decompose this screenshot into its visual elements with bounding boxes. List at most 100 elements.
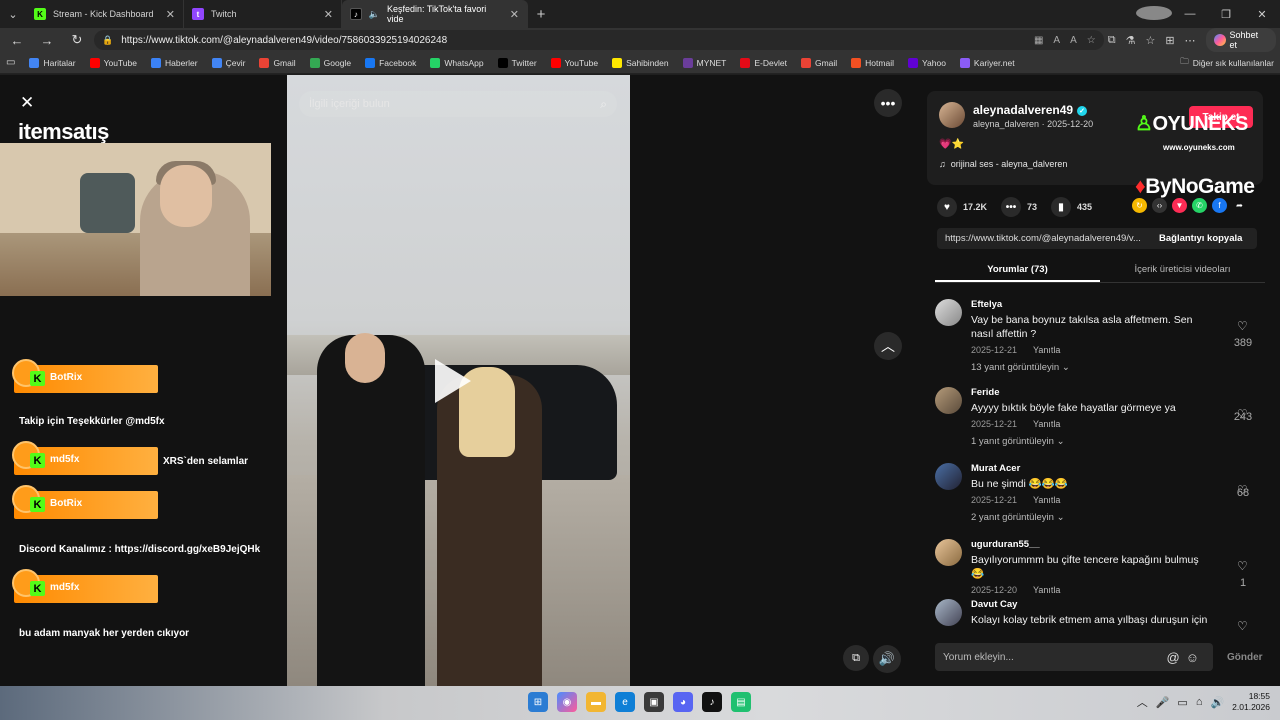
translate-icon[interactable]: A: [1053, 35, 1060, 46]
file-explorer-icon[interactable]: ▬: [586, 692, 606, 712]
speaker-icon[interactable]: 🔈: [369, 9, 380, 20]
avatar[interactable]: [939, 102, 965, 128]
close-icon[interactable]: ✕: [20, 93, 34, 113]
comment-username[interactable]: ugurduran55__: [971, 539, 1040, 550]
network-icon[interactable]: ⌂: [1196, 696, 1203, 708]
more-options-button[interactable]: •••: [874, 89, 902, 117]
reply-button[interactable]: Yanıtla: [1033, 345, 1060, 355]
emoji-icon[interactable]: ☺: [1186, 650, 1205, 665]
like-button[interactable]: ♥ 17.2K: [937, 197, 987, 217]
send-button[interactable]: Gönder: [1227, 652, 1263, 663]
avatar[interactable]: [935, 539, 962, 566]
refresh-button[interactable]: ↻: [64, 32, 90, 48]
bookmark-item[interactable]: WhatsApp: [430, 57, 484, 68]
volume-icon[interactable]: 🔊: [1210, 696, 1224, 709]
bookmark-item[interactable]: Gmail: [800, 57, 837, 68]
previous-video-button[interactable]: ︿: [874, 332, 902, 360]
whatsapp-icon[interactable]: ✆: [1192, 198, 1207, 213]
play-icon[interactable]: [435, 359, 471, 403]
heart-icon[interactable]: ♡: [1237, 619, 1248, 631]
clock[interactable]: 18:55 2.01.2026: [1232, 691, 1270, 713]
copy-link-button[interactable]: Bağlantıyı kopyala: [1149, 233, 1242, 244]
app-icon[interactable]: ▤: [731, 692, 751, 712]
avatar[interactable]: [935, 599, 962, 626]
video-player[interactable]: İlgili içeriği bulun ⌕: [287, 75, 630, 686]
bookmark-item[interactable]: Haritalar: [29, 57, 76, 68]
discord-icon[interactable]: ◕: [673, 692, 693, 712]
copilot-button[interactable]: Sohbet et: [1205, 28, 1277, 52]
minimize-button[interactable]: —: [1172, 8, 1208, 20]
forward-button[interactable]: →: [34, 33, 60, 48]
comment-button[interactable]: ••• 73: [1001, 197, 1037, 217]
display-icon[interactable]: ▭: [1177, 696, 1187, 709]
share-arrow-icon[interactable]: ➦: [1232, 198, 1247, 213]
tab-twitch[interactable]: t Twitch ✕: [184, 0, 342, 28]
bookmark-item[interactable]: Gmail: [259, 57, 296, 68]
app-icon[interactable]: ▦: [1034, 35, 1043, 46]
favorite-star-icon[interactable]: ☆: [1087, 35, 1096, 46]
close-tab-icon[interactable]: ✕: [510, 8, 519, 21]
bookmark-item[interactable]: Haberler: [150, 57, 198, 68]
back-button[interactable]: ←: [4, 33, 30, 48]
sound-link[interactable]: ♫ orijinal ses - aleyna_dalveren: [939, 159, 1067, 169]
save-button[interactable]: ▮ 435: [1051, 197, 1092, 217]
close-tab-icon[interactable]: ✕: [166, 8, 175, 21]
bookmark-item[interactable]: Hotmail: [851, 57, 894, 68]
tab-actions-menu-icon[interactable]: ⌄: [0, 0, 26, 28]
bookmark-item[interactable]: YouTube: [89, 57, 137, 68]
lock-icon[interactable]: 🔒: [102, 35, 113, 46]
close-window-button[interactable]: ✕: [1244, 8, 1280, 21]
avatar[interactable]: [935, 463, 962, 490]
extensions-icon[interactable]: ⧉: [1108, 34, 1116, 47]
volume-button[interactable]: 🔊: [873, 645, 901, 673]
comment-username[interactable]: Feride: [971, 387, 1000, 398]
new-tab-button[interactable]: +: [528, 6, 554, 23]
bookmark-item[interactable]: Kariyer.net: [959, 57, 1015, 68]
view-replies-button[interactable]: 13 yanıt görüntüleyin ⌄: [971, 362, 1070, 373]
tab-tiktok[interactable]: ♪ 🔈 Keşfedin: TikTok'ta favori vide ✕: [342, 0, 528, 28]
bookmark-item[interactable]: MYNET: [682, 57, 726, 68]
view-replies-button[interactable]: 1 yanıt görüntüleyin ⌄: [971, 436, 1065, 447]
reader-icon[interactable]: A: [1070, 35, 1077, 46]
bookmark-item[interactable]: Twitter: [497, 57, 537, 68]
url-field[interactable]: 🔒 https://www.tiktok.com/@aleynadalveren…: [94, 30, 1104, 50]
collections-icon[interactable]: ⊞: [1165, 34, 1174, 47]
picture-in-picture-button[interactable]: ⧉: [843, 645, 869, 671]
bookmark-item[interactable]: Sahibinden: [612, 57, 669, 68]
mention-icon[interactable]: @: [1167, 650, 1186, 665]
view-replies-button[interactable]: 2 yanıt görüntüleyin ⌄: [971, 512, 1065, 523]
tab-kick-dashboard[interactable]: K Stream - Kick Dashboard ✕: [26, 0, 184, 28]
search-icon[interactable]: ⌕: [600, 97, 607, 112]
tiktok-app-icon[interactable]: ♪: [702, 692, 722, 712]
repost-icon[interactable]: ↻: [1132, 198, 1147, 213]
heart-icon[interactable]: ♡: [1237, 319, 1248, 333]
close-tab-icon[interactable]: ✕: [324, 8, 333, 21]
other-bookmarks-folder[interactable]: 🗀 Diğer sık kullanılanlar: [1180, 56, 1274, 70]
reply-button[interactable]: Yanıtla: [1033, 495, 1060, 505]
chevron-up-icon[interactable]: ︿: [1137, 694, 1148, 710]
split-screen-icon[interactable]: ⚗: [1126, 34, 1136, 47]
avatar[interactable]: [935, 387, 962, 414]
favorites-icon[interactable]: ☆: [1145, 34, 1155, 47]
bookmark-item[interactable]: E-Devlet: [740, 57, 787, 68]
bookmark-item[interactable]: Google: [309, 57, 351, 68]
comment-username[interactable]: Davut Cay: [971, 599, 1017, 610]
comment-username[interactable]: Eftelya: [971, 299, 1002, 310]
send-to-friends-icon[interactable]: ▼: [1172, 198, 1187, 213]
store-icon[interactable]: ▣: [644, 692, 664, 712]
embed-icon[interactable]: ‹›: [1152, 198, 1167, 213]
author-username[interactable]: aleynadalveren49 ✓: [973, 103, 1088, 117]
edge-icon[interactable]: e: [615, 692, 635, 712]
microphone-icon[interactable]: 🎤: [1156, 696, 1170, 709]
facebook-icon[interactable]: f: [1212, 198, 1227, 213]
profile-icon[interactable]: [1136, 5, 1172, 23]
related-search-input[interactable]: İlgili içeriği bulun ⌕: [299, 91, 617, 117]
bookmark-item[interactable]: YouTube: [550, 57, 598, 68]
tab-comments[interactable]: Yorumlar (73): [935, 261, 1100, 282]
avatar[interactable]: [935, 299, 962, 326]
tab-creator-videos[interactable]: İçerik üreticisi videoları: [1100, 261, 1265, 282]
comment-input[interactable]: Yorum ekleyin... @☺: [935, 643, 1213, 671]
bookmark-item[interactable]: Yahoo: [907, 57, 946, 68]
heart-icon[interactable]: ♡: [1237, 559, 1248, 573]
bookmark-item[interactable]: Çevir: [211, 57, 245, 68]
